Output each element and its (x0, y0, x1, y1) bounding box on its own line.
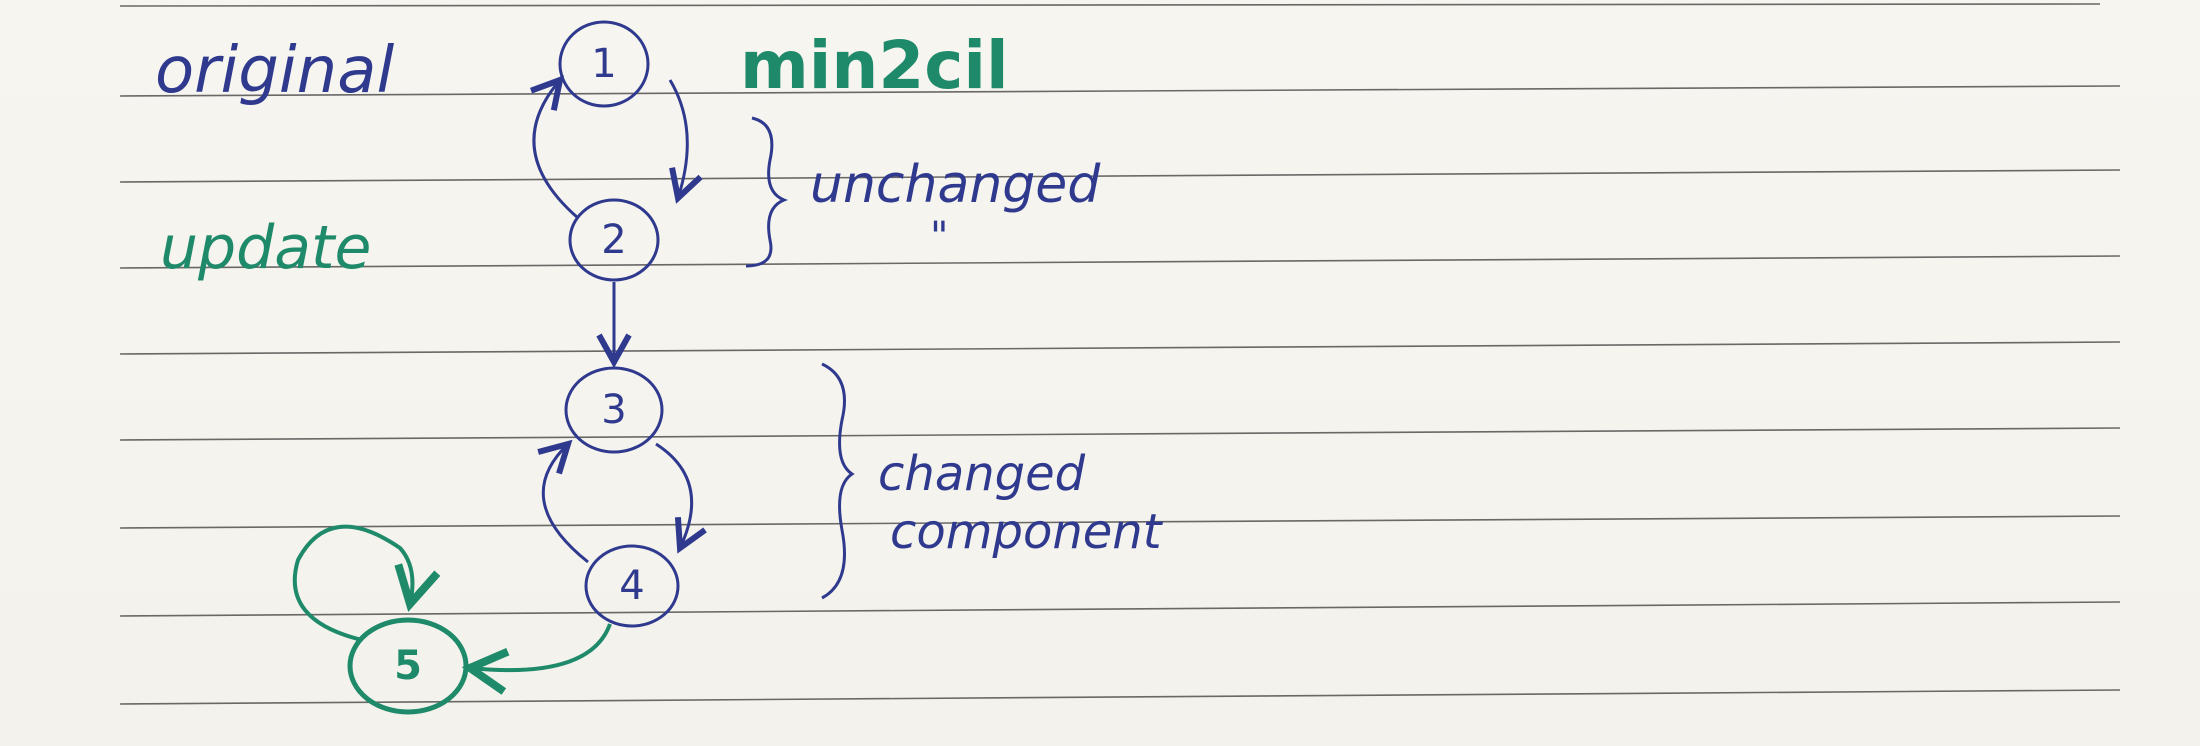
node-3: 3 (564, 366, 664, 454)
min2cil-label: min2cil (740, 27, 1009, 104)
update-label: update (160, 213, 371, 283)
node-1-label: 1 (591, 41, 616, 87)
edge-1-2 (668, 79, 687, 198)
component-label: component (890, 504, 1164, 560)
graph-diagram: original update min2cil unchanged " chan… (119, 3, 2121, 715)
original-label: original (155, 34, 394, 108)
node-5: 5 (347, 617, 469, 715)
edge-2-1 (534, 80, 579, 220)
graph-nodes: 1 2 3 4 5 (347, 20, 680, 715)
node-2-label: 2 (601, 217, 626, 263)
unchanged-brace (745, 116, 789, 268)
ruled-lines (119, 3, 2121, 705)
changed-label: changed (878, 446, 1086, 502)
node-4-label: 4 (619, 563, 644, 609)
node-2: 2 (568, 198, 660, 282)
ditto-mark: " (930, 214, 948, 260)
notebook-page: original update min2cil unchanged " chan… (0, 0, 2200, 746)
node-4: 4 (584, 544, 680, 628)
node-5-label: 5 (394, 643, 422, 689)
changed-brace (821, 362, 855, 600)
edge-4-3 (543, 444, 589, 564)
unchanged-label: unchanged (810, 155, 1101, 215)
edge-3-4 (655, 442, 692, 548)
node-3-label: 3 (601, 387, 626, 433)
edge-4-5 (470, 623, 612, 670)
